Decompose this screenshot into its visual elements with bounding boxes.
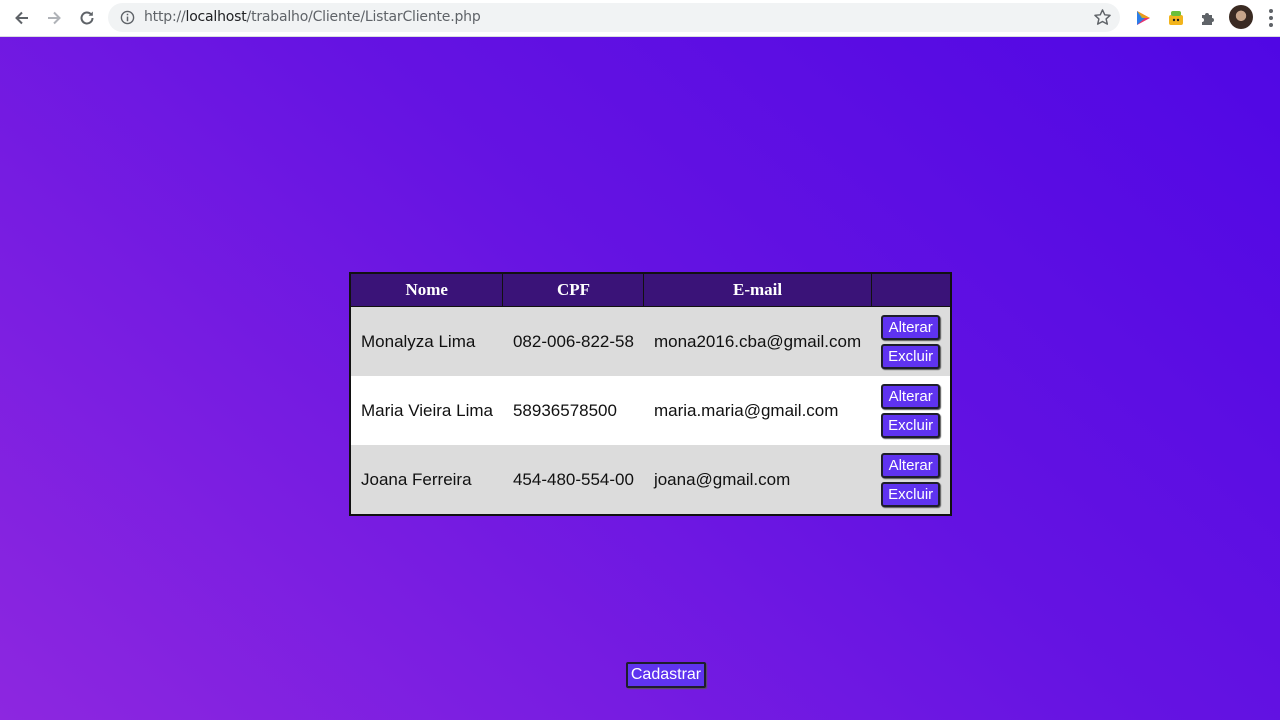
menu-icon[interactable]	[1264, 7, 1278, 29]
browser-toolbar: http://localhost/trabalho/Cliente/Listar…	[0, 0, 1280, 37]
reload-button[interactable]	[74, 5, 100, 31]
cadastrar-button[interactable]: Cadastrar	[626, 662, 706, 688]
cell-cpf: 58936578500	[502, 376, 644, 445]
cell-actions: Alterar Excluir	[871, 445, 952, 515]
clients-table: Nome CPF E-mail Monalyza Lima 082-006-82…	[349, 272, 953, 516]
table-header-row: Nome CPF E-mail	[350, 273, 952, 307]
cell-actions: Alterar Excluir	[871, 306, 952, 376]
cell-email: maria.maria@gmail.com	[643, 376, 872, 445]
cell-nome: Joana Ferreira	[350, 445, 503, 515]
url-path: /trabalho/Cliente/ListarCliente.php	[246, 9, 481, 25]
extensions-button[interactable]	[1196, 6, 1220, 30]
url-host: localhost	[185, 9, 247, 25]
cell-cpf: 082-006-822-58	[502, 306, 644, 376]
food-extension-icon	[1169, 11, 1183, 25]
star-icon[interactable]	[1093, 8, 1112, 27]
header-cpf: CPF	[502, 273, 645, 307]
header-nome: Nome	[350, 273, 504, 307]
cell-email: joana@gmail.com	[643, 445, 872, 515]
info-icon[interactable]	[120, 10, 135, 25]
alterar-button[interactable]: Alterar	[881, 383, 941, 409]
cell-cpf: 454-480-554-00	[502, 445, 644, 515]
forward-icon	[48, 11, 61, 25]
excluir-button[interactable]: Excluir	[881, 481, 941, 507]
alterar-button[interactable]: Alterar	[881, 452, 941, 478]
profile-avatar[interactable]	[1229, 5, 1253, 29]
header-actions	[871, 273, 952, 307]
url-text: http://localhost/trabalho/Cliente/Listar…	[144, 9, 481, 25]
forward-button[interactable]	[41, 5, 67, 31]
page-content: Nome CPF E-mail Monalyza Lima 082-006-82…	[0, 37, 1280, 720]
alterar-button[interactable]: Alterar	[881, 314, 941, 340]
excluir-button[interactable]: Excluir	[881, 343, 941, 369]
table-row: Monalyza Lima 082-006-822-58 mona2016.cb…	[350, 306, 952, 376]
cell-actions: Alterar Excluir	[871, 376, 952, 445]
back-icon	[15, 11, 28, 25]
address-bar[interactable]: http://localhost/trabalho/Cliente/Listar…	[108, 3, 1120, 32]
puzzle-extensions-icon	[1202, 13, 1214, 25]
excluir-button[interactable]: Excluir	[881, 412, 941, 438]
back-button[interactable]	[9, 5, 35, 31]
reload-icon	[80, 11, 94, 25]
cell-email: mona2016.cba@gmail.com	[643, 306, 872, 376]
header-email: E-mail	[643, 273, 872, 307]
url-prefix: http://	[144, 9, 186, 25]
cell-nome: Maria Vieira Lima	[350, 376, 503, 445]
table-row: Joana Ferreira 454-480-554-00 joana@gmai…	[350, 445, 952, 515]
play-extension-icon	[1137, 11, 1150, 25]
food-extension-button[interactable]	[1164, 6, 1188, 30]
play-extension-button[interactable]	[1131, 6, 1155, 30]
cell-nome: Monalyza Lima	[350, 306, 503, 376]
table-row: Maria Vieira Lima 58936578500 maria.mari…	[350, 376, 952, 445]
